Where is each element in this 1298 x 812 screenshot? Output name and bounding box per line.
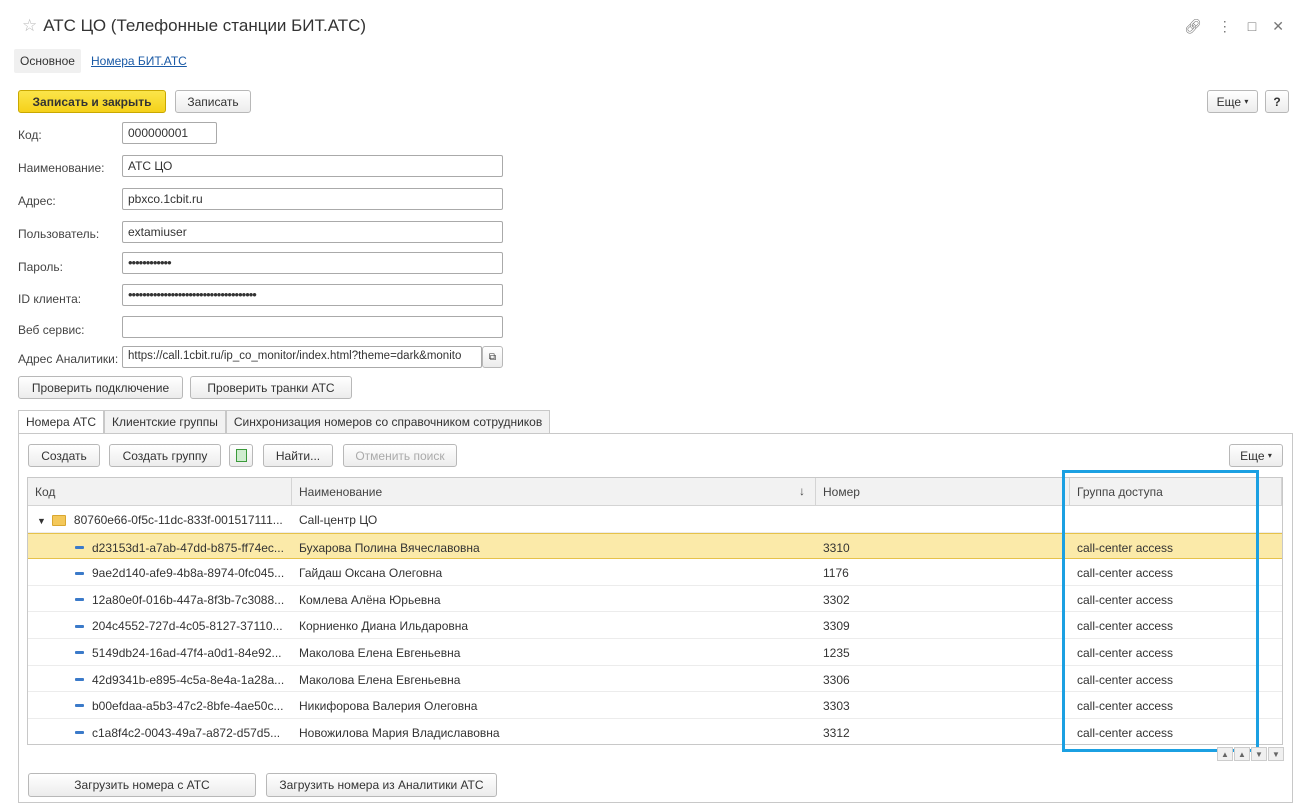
row-name: Маколова Елена Евгеньевна xyxy=(299,645,461,660)
row-name: Бухарова Полина Вячеславовна xyxy=(299,540,480,555)
row-number: 3309 xyxy=(823,619,850,634)
item-icon xyxy=(75,651,84,655)
maximize-icon[interactable]: □ xyxy=(1248,18,1256,35)
create-group-button[interactable]: Создать группу xyxy=(109,444,221,467)
item-icon xyxy=(75,598,84,602)
col-name-header[interactable]: Наименование ↓ xyxy=(292,478,816,505)
row-code: 12a80e0f-016b-447a-8f3b-7c3088... xyxy=(92,592,285,607)
scroll-bottom-icon[interactable]: ▼ xyxy=(1268,747,1284,761)
check-connection-button[interactable]: Проверить подключение xyxy=(18,376,183,399)
user-field[interactable]: extamiuser xyxy=(122,221,503,243)
cancel-search-button[interactable]: Отменить поиск xyxy=(343,444,457,467)
row-number: 3312 xyxy=(823,725,850,740)
table-more-button[interactable]: Еще ▾ xyxy=(1229,444,1283,467)
name-field[interactable]: АТС ЦО xyxy=(122,155,503,177)
item-icon xyxy=(75,571,84,575)
chevron-down-icon: ▾ xyxy=(1244,97,1249,106)
favorite-star-icon[interactable]: ☆ xyxy=(22,16,37,36)
col-code-header[interactable]: Код xyxy=(28,478,292,505)
address-label: Адрес: xyxy=(18,194,56,208)
expand-arrow-icon[interactable]: ▼ xyxy=(37,516,46,526)
folder-icon xyxy=(51,515,66,527)
save-and-close-button[interactable]: Записать и закрыть xyxy=(18,90,166,113)
row-code: 5149db24-16ad-47f4-a0d1-84e92... xyxy=(92,645,282,660)
row-name: Комлева Алёна Юрьевна xyxy=(299,592,441,607)
row-number: 3310 xyxy=(823,540,850,555)
item-icon xyxy=(75,704,84,708)
scroll-down-icon[interactable]: ▼ xyxy=(1251,747,1267,761)
user-label: Пользователь: xyxy=(18,227,100,241)
row-number: 3303 xyxy=(823,699,850,714)
web-service-field[interactable] xyxy=(122,316,503,338)
copy-icon[interactable] xyxy=(229,444,253,467)
row-code: 204c4552-727d-4c05-8127-37110... xyxy=(92,619,283,634)
scroll-top-icon[interactable]: ▲ xyxy=(1217,747,1233,761)
table-more-label: Еще xyxy=(1240,448,1265,463)
link-icon[interactable]: 🔗︎ xyxy=(1184,18,1202,35)
analytics-label: Адрес Аналитики: xyxy=(18,352,119,366)
row-number: 1235 xyxy=(823,645,850,660)
window-title-text: АТС ЦО (Телефонные станции БИТ.АТС) xyxy=(43,16,367,35)
tab-client-groups[interactable]: Клиентские группы xyxy=(104,410,226,434)
group-name: Call-центр ЦО xyxy=(299,513,378,527)
client-id-field[interactable]: •••••••••••••••••••••••••••••••••••• xyxy=(122,284,503,306)
row-code: 9ae2d140-afe9-4b8a-8974-0fc045... xyxy=(92,566,285,581)
window-title: ☆ АТС ЦО (Телефонные станции БИТ.АТС) xyxy=(22,16,366,36)
col-name-header-label: Наименование xyxy=(299,485,383,499)
item-icon xyxy=(75,545,84,549)
scroll-up-icon[interactable]: ▲ xyxy=(1234,747,1250,761)
check-trunks-button[interactable]: Проверить транки АТС xyxy=(190,376,352,399)
nav-pbx-numbers-link[interactable]: Номера БИТ.АТС xyxy=(87,49,191,73)
close-icon[interactable]: ✕ xyxy=(1272,18,1284,35)
save-button[interactable]: Записать xyxy=(175,90,251,113)
item-icon xyxy=(75,624,84,628)
row-name: Маколова Елена Евгеньевна xyxy=(299,672,461,687)
load-from-analytics-button[interactable]: Загрузить номера из Аналитики АТС xyxy=(266,773,497,797)
sort-down-icon: ↓ xyxy=(799,484,805,498)
web-service-label: Веб сервис: xyxy=(18,323,85,337)
code-label: Код: xyxy=(18,128,42,142)
name-label: Наименование: xyxy=(18,161,105,175)
row-number: 1176 xyxy=(823,566,849,581)
password-field[interactable]: •••••••••••• xyxy=(122,252,503,274)
more-vertical-icon[interactable]: ⋮ xyxy=(1218,18,1232,35)
row-name: Никифорова Валерия Олеговна xyxy=(299,699,478,714)
row-number: 3306 xyxy=(823,672,850,687)
row-number: 3302 xyxy=(823,592,850,607)
find-button[interactable]: Найти... xyxy=(263,444,333,467)
item-icon xyxy=(75,677,84,681)
row-name: Новожилова Мария Владиславовна xyxy=(299,725,500,740)
table-scroll-buttons: ▲ ▲ ▼ ▼ xyxy=(1217,747,1284,761)
analytics-field[interactable]: https://call.1cbit.ru/ip_co_monitor/inde… xyxy=(122,346,482,368)
address-field[interactable]: pbxco.1cbit.ru xyxy=(122,188,503,210)
tab-bar: Номера АТС Клиентские группы Синхронизац… xyxy=(18,410,551,434)
item-icon xyxy=(75,731,84,735)
row-code: d23153d1-a7ab-47dd-b875-ff74ec... xyxy=(92,540,284,555)
group-code: 80760e66-0f5c-11dc-833f-001517111... xyxy=(73,513,283,527)
tab-sync-numbers[interactable]: Синхронизация номеров со справочником со… xyxy=(225,410,551,434)
access-group-highlight xyxy=(1062,470,1259,752)
open-link-icon[interactable]: ⧉ xyxy=(482,346,503,368)
code-field[interactable]: 000000001 xyxy=(122,122,217,144)
chevron-down-icon: ▾ xyxy=(1267,451,1272,460)
more-label: Еще xyxy=(1216,94,1242,109)
nav-main[interactable]: Основное xyxy=(14,49,81,73)
col-number-header[interactable]: Номер xyxy=(816,478,1070,505)
form-nav: Основное Номера БИТ.АТС xyxy=(14,48,191,74)
tab-pbx-numbers[interactable]: Номера АТС xyxy=(18,410,105,434)
row-code: 42d9341b-e895-4c5a-8e4a-1a28a... xyxy=(92,672,285,687)
row-name: Корниенко Диана Ильдаровна xyxy=(299,619,469,634)
row-code: b00efdaa-a5b3-47c2-8bfe-4ae50c... xyxy=(92,699,284,714)
help-button[interactable]: ? xyxy=(1265,90,1289,113)
more-button[interactable]: Еще ▾ xyxy=(1207,90,1258,113)
row-name: Гайдаш Оксана Олеговна xyxy=(299,566,443,581)
password-label: Пароль: xyxy=(18,260,63,274)
window-controls: 🔗︎ ⋮ □ ✕ xyxy=(1184,18,1284,35)
row-code: c1a8f4c2-0043-49a7-a872-d57d5... xyxy=(92,725,281,740)
client-id-label: ID клиента: xyxy=(18,292,82,306)
load-from-pbx-button[interactable]: Загрузить номера с АТС xyxy=(28,773,256,797)
create-button[interactable]: Создать xyxy=(28,444,100,467)
